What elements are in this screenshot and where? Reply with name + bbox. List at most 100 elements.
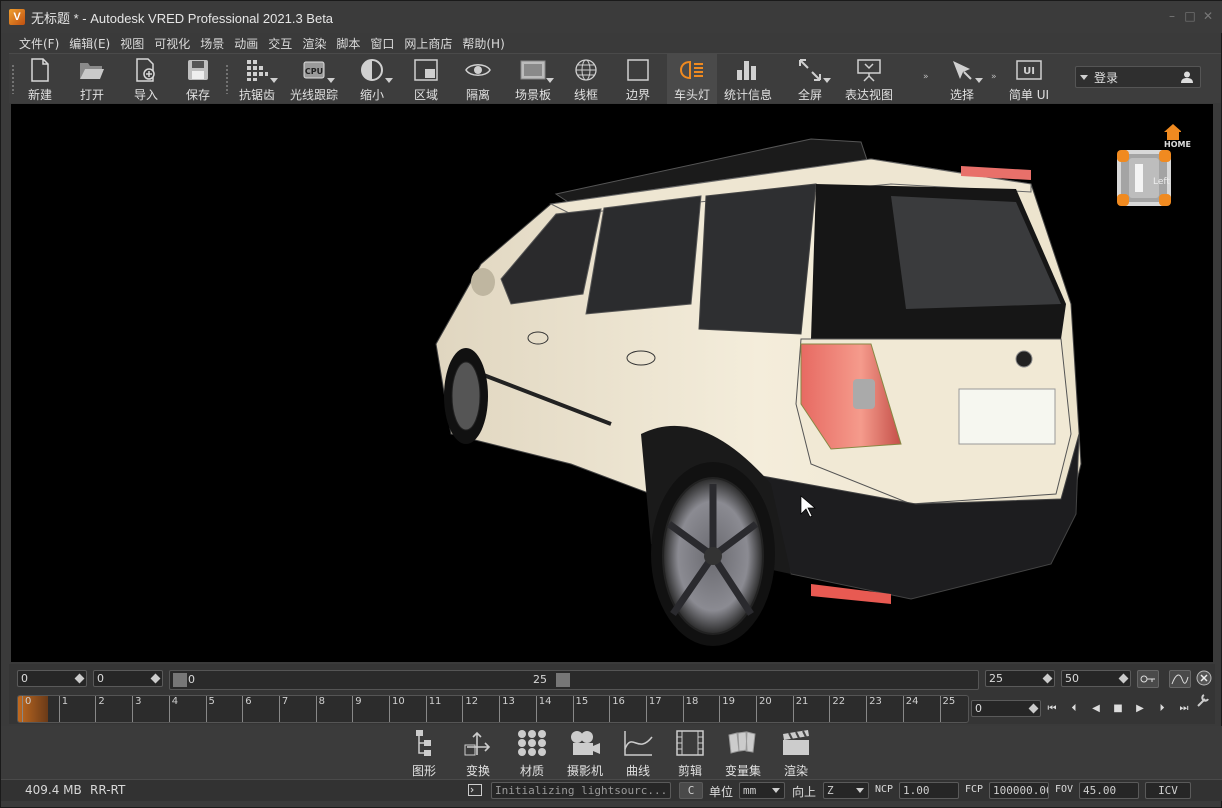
import-button[interactable]: 导入 — [129, 54, 163, 104]
open-label: 打开 — [79, 88, 104, 102]
login-dropdown[interactable]: 登录 — [1075, 66, 1201, 88]
menu-window[interactable]: 窗口 — [366, 35, 400, 52]
module-clips-button[interactable]: 剪辑 — [673, 726, 707, 779]
toolbar-overflow-icon[interactable]: » — [923, 72, 929, 82]
spin-diamond-icon[interactable] — [1028, 703, 1039, 714]
region-button[interactable]: 区域 — [409, 54, 443, 104]
curve-editor-button[interactable] — [1169, 670, 1191, 688]
end-range-value: 25 — [989, 672, 1003, 685]
statistics-button[interactable]: 统计信息 — [723, 54, 773, 104]
raytracing-button[interactable]: CPU 光线跟踪 — [289, 54, 339, 104]
range-slider[interactable]: 0 25 — [169, 670, 979, 690]
key-button[interactable] — [1137, 670, 1159, 688]
module-render-button[interactable]: 渲染 — [779, 726, 813, 779]
navigation-cube[interactable]: Left — [1111, 124, 1181, 214]
toolbar-grip[interactable] — [225, 64, 229, 94]
menu-help[interactable]: 帮助(H) — [458, 35, 510, 52]
timeline-tick: 10 — [389, 696, 405, 722]
step-back-icon[interactable]: ⏴ — [1065, 700, 1083, 716]
toolbar-grip[interactable] — [11, 64, 15, 94]
home-icon — [1164, 124, 1181, 140]
timeline-ruler[interactable]: 0 1 2 3 4 5 6 7 8 9 10 11 12 13 14 15 16 17 18 19 20 21 22 23 24… — [17, 695, 969, 723]
menu-view[interactable]: 视图 — [116, 35, 150, 52]
wireframe-button[interactable]: 线框 — [569, 54, 603, 104]
dropdown-arrow-icon[interactable] — [975, 78, 983, 83]
menu-animation[interactable]: 动画 — [230, 35, 264, 52]
menu-online-store[interactable]: 网上商店 — [400, 35, 458, 52]
menu-scene[interactable]: 场景 — [196, 35, 230, 52]
terminal-icon[interactable] — [468, 784, 482, 796]
close-timeline-icon[interactable] — [1196, 670, 1212, 686]
fullscreen-button[interactable]: 全屏 — [793, 54, 831, 104]
spin-diamond-icon[interactable] — [74, 673, 85, 684]
navcube-home-label[interactable]: HOME — [1164, 140, 1191, 149]
dropdown-arrow-icon[interactable] — [823, 78, 831, 83]
module-scenegraph-label: 图形 — [411, 764, 436, 778]
end-range-field[interactable]: 25 — [985, 670, 1055, 687]
open-folder-icon — [79, 57, 105, 83]
unit-select[interactable]: mm — [739, 782, 785, 799]
timeline-panel: 0 0 0 25 25 50 0 1 2 3 4 5 6 7 8 9 10 11 12 13 14 15 16 1… — [9, 664, 1215, 724]
module-scenegraph-button[interactable]: 图形 — [407, 726, 441, 779]
downscale-button[interactable]: 缩小 — [355, 54, 393, 104]
go-to-start-icon[interactable]: ⏮ — [1043, 700, 1061, 716]
3d-viewport[interactable]: Left HOME — [11, 104, 1213, 662]
menu-edit[interactable]: 编辑(E) — [65, 35, 116, 52]
menu-script[interactable]: 脚本 — [332, 35, 366, 52]
headlight-button[interactable]: 车头灯 — [667, 54, 717, 104]
presentation-button[interactable]: 表达视图 — [843, 54, 895, 104]
spin-diamond-icon[interactable] — [1042, 673, 1053, 684]
module-materials-button[interactable]: 材质 — [515, 726, 549, 779]
select-button[interactable]: 选择 — [945, 54, 983, 104]
range-end-handle[interactable] — [556, 673, 570, 687]
new-label: 新建 — [27, 88, 52, 102]
c-button[interactable]: C — [679, 782, 703, 799]
module-curves-button[interactable]: 曲线 — [621, 726, 655, 779]
save-label: 保存 — [185, 88, 210, 102]
wrench-icon[interactable] — [1195, 692, 1211, 708]
antialiasing-button[interactable]: 抗锯齿 — [237, 54, 278, 104]
stop-icon[interactable]: ■ — [1109, 700, 1127, 716]
sceneplate-button[interactable]: 场景板 — [511, 54, 555, 104]
module-variant-sets-button[interactable]: 变量集 — [721, 726, 765, 779]
bounding-box-button[interactable]: 边界 — [621, 54, 655, 104]
range-start-label: 0 — [188, 673, 195, 686]
maximize-icon[interactable]: □ — [1183, 9, 1197, 23]
module-camera-button[interactable]: 摄影机 — [563, 726, 607, 779]
open-button[interactable]: 打开 — [75, 54, 109, 104]
toolbar-overflow-icon[interactable]: » — [991, 72, 997, 82]
menu-file[interactable]: 文件(F) — [15, 35, 65, 52]
dropdown-arrow-icon[interactable] — [270, 78, 278, 83]
step-forward-icon[interactable]: ⏵ — [1153, 700, 1171, 716]
menu-visualization[interactable]: 可视化 — [150, 35, 196, 52]
menu-interaction[interactable]: 交互 — [264, 35, 298, 52]
minimize-icon[interactable]: – — [1165, 9, 1179, 23]
module-transform-button[interactable]: 变换 — [461, 726, 495, 779]
play-backward-icon[interactable]: ◀ — [1087, 700, 1105, 716]
end-frame-field[interactable]: 50 — [1061, 670, 1131, 687]
menu-render[interactable]: 渲染 — [298, 35, 332, 52]
go-to-end-icon[interactable]: ⏭ — [1175, 700, 1193, 716]
start-range-field[interactable]: 0 — [93, 670, 163, 687]
dropdown-arrow-icon[interactable] — [327, 78, 335, 83]
icv-button[interactable]: ICV — [1145, 782, 1191, 799]
headlight-label: 车头灯 — [673, 88, 710, 102]
spin-diamond-icon[interactable] — [150, 673, 161, 684]
ncp-field[interactable]: 1.00 — [899, 782, 959, 799]
dropdown-arrow-icon[interactable] — [385, 78, 393, 83]
isolate-button[interactable]: 隔离 — [461, 54, 495, 104]
new-button[interactable]: 新建 — [23, 54, 57, 104]
fov-field[interactable]: 45.00 — [1079, 782, 1139, 799]
fcp-field[interactable]: 100000.00 — [989, 782, 1049, 799]
up-axis-select[interactable]: Z — [823, 782, 869, 799]
current-frame-field[interactable]: 0 — [971, 700, 1041, 717]
dropdown-arrow-icon[interactable] — [546, 78, 554, 83]
range-start-handle[interactable] — [173, 673, 187, 687]
play-forward-icon[interactable]: ▶ — [1131, 700, 1149, 716]
close-icon[interactable]: ✕ — [1201, 9, 1215, 23]
save-button[interactable]: 保存 — [181, 54, 215, 104]
start-frame-field[interactable]: 0 — [17, 670, 87, 687]
simple-ui-button[interactable]: UI 简单 UI — [1007, 54, 1051, 104]
spin-diamond-icon[interactable] — [1118, 673, 1129, 684]
timeline-tick: 8 — [315, 696, 325, 722]
